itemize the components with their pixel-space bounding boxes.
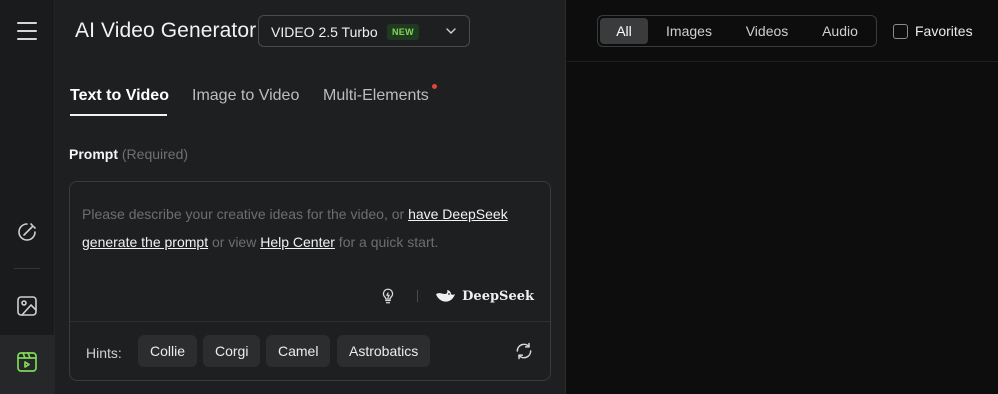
favorites-checkbox[interactable] [893,23,908,39]
tab-image-to-video[interactable]: Image to Video [192,87,299,105]
filter-all[interactable]: All [600,18,648,44]
image-icon[interactable] [15,294,39,318]
video-icon[interactable] [15,350,39,374]
page-title: AI Video Generator [75,19,257,42]
model-name: VIDEO 2.5 Turbo [271,24,378,40]
prompt-label: Prompt (Required) [69,146,188,162]
gallery-toolbar: All Images Videos Audio Favorites [567,0,998,62]
tab-text-to-video[interactable]: Text to Video [70,87,169,105]
tab-multi-elements[interactable]: Multi-Elements [323,87,429,105]
left-rail [0,0,55,394]
deepseek-link-1[interactable]: have DeepSeek [408,206,508,222]
filter-audio[interactable]: Audio [808,18,872,44]
placeholder-part-1: Please describe your creative ideas for … [82,206,409,222]
refresh-icon[interactable] [514,341,534,361]
hint-chip-astrobatics[interactable]: Astrobatics [337,335,431,367]
lightbulb-icon[interactable] [379,287,397,305]
active-tab-indicator [70,114,167,116]
deepseek-button[interactable]: DeepSeek [434,288,534,304]
prompt-textarea[interactable]: Please describe your creative ideas for … [69,181,551,381]
chevron-down-icon [446,28,456,34]
favorites-label: Favorites [915,23,973,39]
filter-videos[interactable]: Videos [732,18,802,44]
placeholder-part-2: or view [208,234,261,250]
help-center-link[interactable]: Help Center [260,234,335,250]
generator-panel: AI Video Generator VIDEO 2.5 Turbo NEW T… [55,0,566,394]
model-selector[interactable]: VIDEO 2.5 Turbo NEW [258,15,470,47]
notification-dot [432,84,437,89]
tools-divider [417,290,419,302]
placeholder-part-3: for a quick start. [334,234,439,250]
prompt-placeholder: Please describe your creative ideas for … [82,200,532,256]
deepseek-label: DeepSeek [462,288,534,304]
hint-chip-collie[interactable]: Collie [138,335,198,367]
prompt-tools: DeepSeek [379,286,534,306]
new-badge: NEW [387,24,419,40]
favorites-toggle[interactable]: Favorites [893,23,973,39]
hint-chip-corgi[interactable]: Corgi [203,335,261,367]
hints-label: Hints: [86,345,122,361]
prompt-label-text: Prompt [69,146,118,162]
deepseek-whale-icon [436,290,456,302]
deepseek-link-2[interactable]: generate the prompt [82,234,208,250]
hint-chip-camel[interactable]: Camel [266,335,331,367]
gallery-area: All Images Videos Audio Favorites [567,0,998,394]
prompt-required-text: (Required) [121,146,189,162]
filter-images[interactable]: Images [654,18,724,44]
magic-edit-icon[interactable] [15,220,39,244]
rail-divider [14,268,40,269]
menu-icon[interactable] [17,22,37,40]
hints-row: Hints: Collie Corgi Camel Astrobatics [70,321,550,381]
media-filter: All Images Videos Audio [597,15,877,47]
